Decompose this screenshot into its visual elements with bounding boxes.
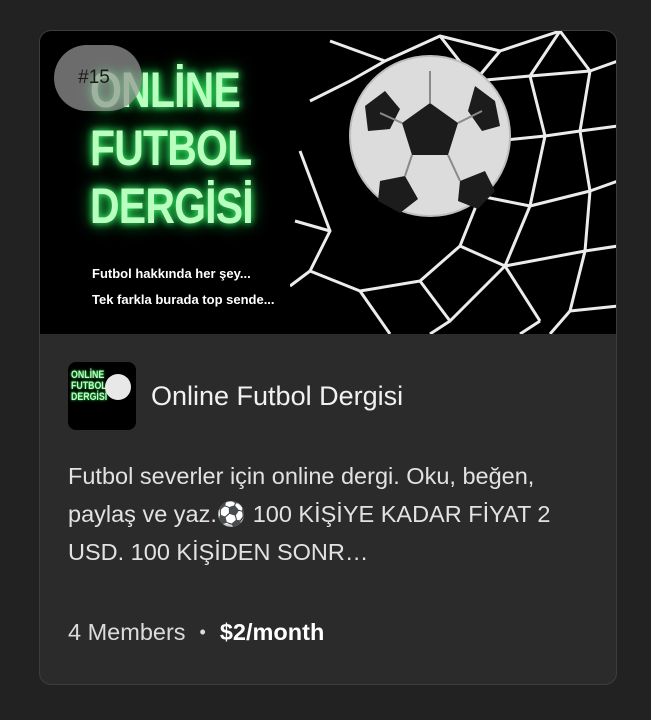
channel-banner: #15 ONLİNE FUTBOL DERGİSİ Futbol hakkınd… <box>40 31 616 334</box>
channel-name[interactable]: Online Futbol Dergisi <box>151 381 403 412</box>
banner-tagline-line-1: Futbol hakkında her şey... <box>92 266 251 281</box>
avatar-logo-text: ONLİNE FUTBOL DERGİSİ <box>71 369 108 403</box>
soccer-ball-icon <box>105 374 131 400</box>
channel-description: Futbol severler için online dergi. Oku, … <box>68 463 551 565</box>
channel-card[interactable]: #15 ONLİNE FUTBOL DERGİSİ Futbol hakkınd… <box>39 30 617 685</box>
soccer-ball <box>349 55 511 217</box>
soccer-net-illustration <box>290 31 616 334</box>
subscription-price: $2/month <box>219 619 325 645</box>
separator-dot: • <box>199 622 206 642</box>
rank-badge: #15 <box>54 45 142 111</box>
channel-header: ONLİNE FUTBOL DERGİSİ Online Futbol Derg… <box>68 361 403 431</box>
channel-stats: 4 Members • $2/month <box>68 619 324 646</box>
member-count: 4 Members <box>68 619 186 645</box>
banner-tagline-line-2: Tek farkla burada top sende... <box>92 292 275 307</box>
banner-tagline: Futbol hakkında her şey... Tek farkla bu… <box>92 261 275 313</box>
channel-avatar[interactable]: ONLİNE FUTBOL DERGİSİ <box>68 362 136 430</box>
